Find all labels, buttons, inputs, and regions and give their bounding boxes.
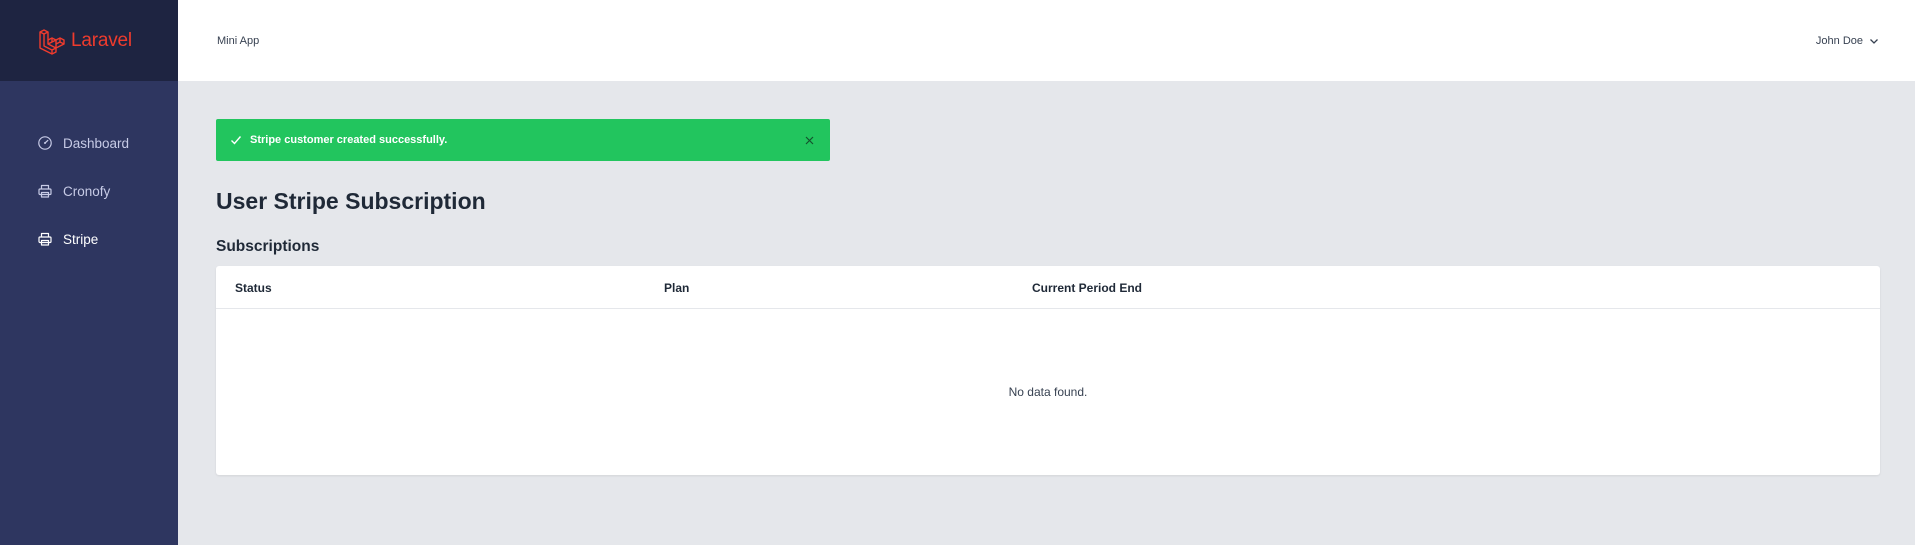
table-body: No data found.	[216, 309, 1880, 474]
user-name: John Doe	[1815, 34, 1863, 47]
success-alert: Stripe customer created successfully.	[216, 119, 830, 161]
sidebar-item-label: Dashboard	[63, 135, 130, 151]
user-menu[interactable]: John Doe	[1816, 35, 1879, 47]
column-header-plan[interactable]: Plan	[664, 266, 689, 309]
content: Stripe customer created successfully. Us…	[178, 81, 1915, 475]
main-area: Mini App John Doe Stripe customer create…	[178, 0, 1915, 545]
sidebar-item-label: Cronofy	[63, 183, 111, 199]
printer-icon	[37, 231, 53, 247]
brand[interactable]: Laravel	[0, 0, 178, 81]
sidebar: Laravel Dashboard Cronofy Stripe	[0, 0, 178, 545]
section-title: Subscriptions	[216, 238, 320, 255]
sidebar-item-dashboard[interactable]: Dashboard	[0, 119, 178, 167]
alert-message: Stripe customer created successfully.	[250, 134, 448, 146]
empty-state-message: No data found.	[1008, 384, 1088, 399]
topbar: Mini App John Doe	[178, 0, 1915, 81]
table-header: Status Plan Current Period End	[216, 266, 1880, 309]
check-icon	[230, 134, 242, 146]
sidebar-item-cronofy[interactable]: Cronofy	[0, 167, 178, 215]
laravel-logo-icon	[37, 27, 65, 55]
printer-icon	[37, 183, 53, 199]
brand-name: Laravel	[71, 29, 132, 51]
subscriptions-table: Status Plan Current Period End No data f…	[216, 266, 1880, 475]
column-header-current-period-end[interactable]: Current Period End	[1032, 266, 1142, 309]
sidebar-nav: Dashboard Cronofy Stripe	[0, 81, 178, 263]
column-header-status[interactable]: Status	[235, 266, 272, 309]
sidebar-item-stripe[interactable]: Stripe	[0, 215, 178, 263]
sidebar-item-label: Stripe	[63, 231, 99, 247]
chevron-down-icon	[1870, 38, 1878, 44]
app-shell: Laravel Dashboard Cronofy Stripe Mini Ap…	[0, 0, 1915, 545]
app-name: Mini App	[217, 34, 260, 47]
speedometer-icon	[37, 135, 53, 151]
close-icon[interactable]	[805, 136, 814, 145]
page-title: User Stripe Subscription	[216, 188, 486, 214]
